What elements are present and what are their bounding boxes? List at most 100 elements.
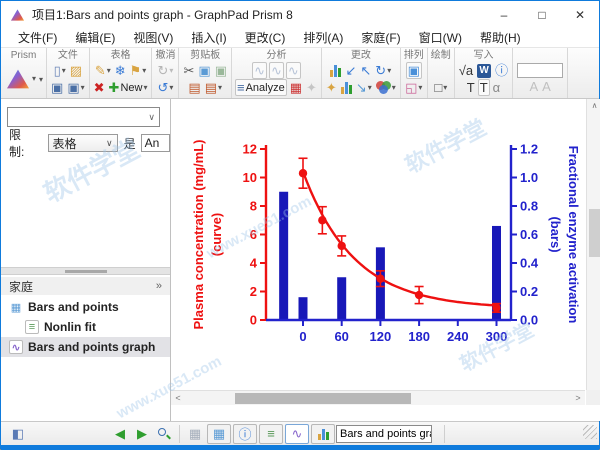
toolbar-group-分析: 分析∿∿∿≡Analyze▦✦ [232,48,322,98]
change-chart-type-icon[interactable] [329,62,342,79]
vertical-scrollbar[interactable]: ∧ ∨ [586,99,600,405]
paste-special-icon[interactable]: ▤▾ [204,79,223,96]
equation-sqrt-icon[interactable]: √a [458,62,474,79]
scroll-left-icon[interactable]: < [171,391,185,406]
text-tool-icon[interactable]: T [466,79,476,96]
sidebar-splitter[interactable] [1,267,170,275]
graph-selector-dropdown[interactable]: Bars and points gra∨ [336,425,432,443]
horizontal-scrollbar[interactable]: < > [171,390,585,405]
menu-item-8[interactable]: 帮助(H) [471,27,530,48]
save-icon[interactable]: ▣ [50,79,64,96]
tab-info-icon[interactable]: ⓘ [233,424,257,444]
svg-text:1.2: 1.2 [520,142,538,157]
results-table-icon[interactable]: ▦ [289,79,303,96]
text-box-tool-icon[interactable]: T [478,79,490,96]
new-sheet-icon[interactable]: ▯▾ [53,62,67,79]
toolbar-group-label: Prism [11,49,37,62]
copy-special-icon: ▣ [214,62,228,79]
minimize-button[interactable]: – [485,1,523,28]
menu-item-6[interactable]: 家庭(F) [352,27,409,48]
resize-grip[interactable] [583,425,597,439]
zoom-field-icon[interactable] [516,62,564,79]
svg-text:Plasma concentration (mg/mL): Plasma concentration (mg/mL) [191,140,206,330]
tab-results-icon[interactable]: ≡ [259,424,283,444]
menu-item-2[interactable]: 视图(V) [124,27,182,48]
chart-scale-icon[interactable]: ↖ [359,62,372,79]
find-related-sheet-icon[interactable] [154,424,174,444]
undo-icon[interactable]: ↺▾ [157,79,175,96]
scroll-right-icon[interactable]: > [571,391,585,406]
wand-disabled-icon: ✦ [305,79,318,96]
draw-shape-icon[interactable]: □▾ [433,79,448,96]
hscroll-thumb[interactable] [235,393,411,404]
analysis-thumb-3-icon: ∿ [286,62,301,79]
family-item-bars-and-points[interactable]: ▦Bars and points [1,297,170,317]
results-sheet-icon: ≡ [25,320,39,334]
color-scheme-wheel-icon[interactable]: ▾ [375,79,397,96]
pin-icon[interactable]: ⚑▾ [129,62,148,79]
search-combo[interactable]: ∨ [7,107,160,127]
toolbar: Prism▾▾文件▯▾▨▣▣▾表格✎▾❄⚑▾✖✚New▾撤消↻▾↺▾剪贴板✂▣▣… [1,48,599,99]
delete-x-icon[interactable]: ✖ [93,79,106,96]
info-note-icon[interactable]: ⓘ [494,62,509,79]
close-button[interactable]: ✕ [561,1,599,28]
svg-text:120: 120 [370,329,392,344]
align-object-icon[interactable]: ▣ [406,62,422,79]
tab-layout-icon[interactable] [311,424,335,444]
scatter-datapoint [318,216,326,224]
chart-duplicate-icon[interactable] [340,79,353,96]
title-bar: 项目1:Bars and points graph - GraphPad Pri… [1,1,599,28]
table-filter-select[interactable]: 表格 ∨ [48,134,118,152]
family-item-nonlin-fit[interactable]: ≡Nonlin fit [1,317,170,337]
save-as-icon[interactable]: ▣▾ [66,79,85,96]
menu-item-4[interactable]: 更改(C) [236,27,295,48]
navigator-sidebar: ∨ 限制: 表格 ∨ 是 An 家庭 » ▦Bars and points≡No… [1,99,171,421]
rotate-refresh-icon[interactable]: ↻▾ [374,62,392,79]
greek-alpha-icon[interactable]: α [492,79,502,96]
freeze-snowflake-icon[interactable]: ❄ [114,62,127,79]
toolbar-group-绘制: 绘制 □▾ [428,48,455,98]
copy-icon[interactable]: ▣ [197,62,211,79]
app-window: 项目1:Bars and points graph - GraphPad Pri… [0,0,600,449]
paste-icon[interactable]: ▤ [187,79,201,96]
limit-label: 限制: [9,126,36,160]
svg-text:Fractional enzyme activation: Fractional enzyme activation [566,146,581,324]
magic-wand-icon[interactable]: ✦ [325,79,338,96]
menu-item-0[interactable]: 文件(F) [9,27,66,48]
word-export-icon[interactable]: W [476,62,492,79]
toggle-navigator-icon[interactable]: ◧ [8,424,28,444]
prism-menu-icon[interactable]: ▾ [4,71,37,88]
next-sheet-icon[interactable]: ▶ [132,424,152,444]
scroll-up-icon[interactable]: ∧ [587,99,600,113]
swap-axes-icon[interactable]: ↙ [344,62,357,79]
maximize-button[interactable]: □ [523,1,561,28]
toolbar-group-label: 绘制 [431,49,451,62]
expand-icon[interactable]: » [156,280,162,292]
analyze-button-icon[interactable]: ≡Analyze [235,79,287,96]
any-filter-field[interactable]: An [141,134,170,152]
cut-scissors-icon[interactable]: ✂ [182,62,195,79]
prev-sheet-icon[interactable]: ◀ [110,424,130,444]
tab-graph-icon[interactable]: ∿ [285,424,309,444]
analysis-thumb-1-icon: ∿ [252,62,267,79]
svg-text:0.4: 0.4 [520,256,539,271]
window-bottom-border [1,445,599,450]
font-smaller-icon: A [541,79,552,96]
edit-pencil-icon[interactable]: ✎▾ [94,62,112,79]
open-file-icon[interactable]: ▨ [69,62,83,79]
menu-item-1[interactable]: 编辑(E) [66,27,124,48]
new-item-icon[interactable]: ✚New▾ [108,79,149,96]
menu-item-3[interactable]: 插入(I) [182,27,235,48]
chart-resize-icon[interactable]: ↘▾ [355,79,373,96]
menu-item-7[interactable]: 窗口(W) [410,27,471,48]
svg-text:60: 60 [334,329,348,344]
menu-item-5[interactable]: 排列(A) [294,27,352,48]
svg-text:0: 0 [250,313,257,328]
vscroll-thumb[interactable] [589,209,600,257]
scatter-datapoint [376,274,384,282]
bars-and-points-chart: 0246810120.00.20.40.60.81.01.20601201802… [181,105,581,405]
tab-table-icon[interactable]: ▦ [207,424,231,444]
arrange-shapes-icon[interactable]: ◱▾ [404,79,423,96]
toolbar-group-写入: 写入√aWⓘTTα [455,48,513,98]
family-item-bars-and-points-graph[interactable]: ∿Bars and points graph [1,337,170,357]
